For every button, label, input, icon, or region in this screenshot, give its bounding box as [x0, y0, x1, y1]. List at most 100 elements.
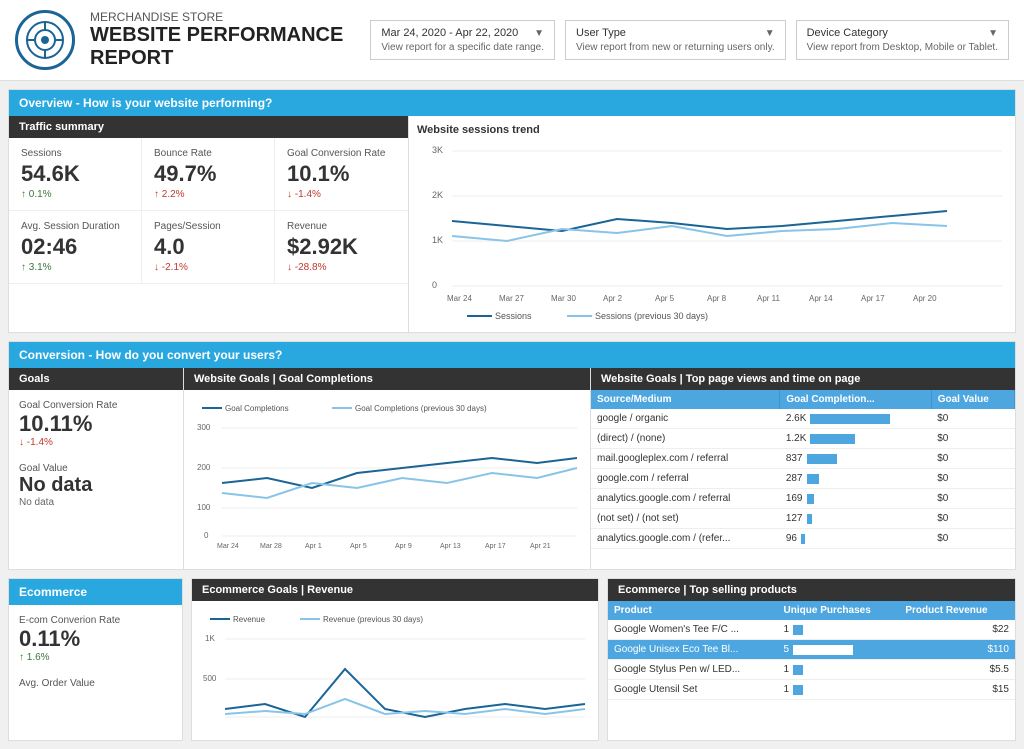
- date-range-label: Mar 24, 2020 - Apr 22, 2020: [381, 27, 518, 39]
- table-row: google.com / referral 287 $0: [591, 469, 1015, 489]
- ecom-products-panel: Ecommerce | Top selling products Product…: [607, 578, 1016, 741]
- goal-conversion-value: 10.11%: [19, 411, 173, 437]
- purchases-cell: 1: [778, 620, 900, 640]
- avg-order-label: Avg. Order Value: [19, 678, 172, 689]
- table-row: google / organic 2.6K $0: [591, 409, 1015, 429]
- svg-text:Apr 11: Apr 11: [757, 294, 781, 303]
- list-item: Google Utensil Set 1 $15: [608, 680, 1015, 700]
- ecom-metrics: E-com Converion Rate 0.11% ↑ 1.6% Avg. O…: [9, 605, 182, 714]
- conversion-section: Conversion - How do you convert your use…: [8, 341, 1016, 570]
- date-range-filter[interactable]: Mar 24, 2020 - Apr 22, 2020 ▼ View repor…: [370, 20, 555, 60]
- traffic-cell: Sessions 54.6K ↑ 0.1%: [9, 138, 142, 211]
- metric-label: Avg. Session Duration: [21, 221, 129, 232]
- goal-value-cell: $0: [931, 429, 1014, 449]
- source-medium: mail.googleplex.com / referral: [591, 449, 780, 469]
- source-medium: analytics.google.com / referral: [591, 489, 780, 509]
- product-revenue: $22: [899, 620, 1015, 640]
- metric-change: ↑ 0.1%: [21, 189, 129, 200]
- traffic-cell: Avg. Session Duration 02:46 ↑ 3.1%: [9, 211, 142, 284]
- goals-col-source: Source/Medium: [591, 390, 780, 409]
- svg-text:Apr 5: Apr 5: [655, 294, 675, 303]
- svg-text:Apr 1: Apr 1: [305, 543, 322, 550]
- goals-metrics: Goal Conversion Rate 10.11% ↓ -1.4% Goal…: [9, 390, 183, 533]
- goals-table: Source/Medium Goal Completion... Goal Va…: [591, 390, 1015, 549]
- svg-text:Goal Completions: Goal Completions: [225, 404, 289, 413]
- svg-text:1K: 1K: [432, 235, 443, 245]
- goal-completions-chart: Goal Completions Goal Completions (previ…: [192, 398, 582, 558]
- svg-text:Apr 20: Apr 20: [913, 294, 937, 303]
- device-category-filter[interactable]: Device Category ▼ View report from Deskt…: [796, 20, 1009, 60]
- svg-text:Sessions (previous 30 days): Sessions (previous 30 days): [595, 311, 708, 321]
- svg-text:Mar 30: Mar 30: [551, 294, 576, 303]
- completions-value: 169: [786, 493, 803, 504]
- metric-value: $2.92K: [287, 234, 396, 260]
- overview-section: Overview - How is your website performin…: [8, 89, 1016, 333]
- avg-order-metric: Avg. Order Value: [19, 678, 172, 689]
- traffic-cell: Revenue $2.92K ↓ -28.8%: [275, 211, 408, 284]
- goal-value-sub: No data: [19, 497, 173, 508]
- date-range-sub: View report for a specific date range.: [381, 42, 544, 53]
- traffic-cell: Bounce Rate 49.7% ↑ 2.2%: [142, 138, 275, 211]
- purchases-bar: [793, 625, 803, 635]
- metric-change: ↓ -1.4%: [287, 189, 396, 200]
- goal-value-cell: $0: [931, 509, 1014, 529]
- svg-text:Apr 17: Apr 17: [861, 294, 885, 303]
- website-goals-panel: Website Goals | Top page views and time …: [591, 368, 1015, 569]
- purchases-value: 1: [784, 684, 790, 695]
- svg-text:100: 100: [197, 503, 211, 512]
- user-type-filter[interactable]: User Type ▼ View report from new or retu…: [565, 20, 786, 60]
- metric-value: 49.7%: [154, 161, 262, 187]
- svg-text:Apr 2: Apr 2: [603, 294, 623, 303]
- svg-text:Mar 27: Mar 27: [499, 294, 524, 303]
- completions-value: 96: [786, 533, 797, 544]
- goal-value-cell: $0: [931, 489, 1014, 509]
- purchases-bar: [793, 665, 803, 675]
- product-name: Google Stylus Pen w/ LED...: [608, 660, 778, 680]
- source-medium: analytics.google.com / (refer...: [591, 529, 780, 549]
- goal-completions-cell: 96: [780, 529, 931, 549]
- page-header: MERCHANDISE STORE WEBSITE PERFORMANCE RE…: [0, 0, 1024, 81]
- completions-bar: [807, 474, 819, 484]
- store-name: MERCHANDISE STORE: [90, 10, 370, 24]
- metric-label: Pages/Session: [154, 221, 262, 232]
- svg-text:2K: 2K: [432, 190, 443, 200]
- product-revenue: $15: [899, 680, 1015, 700]
- goal-conversion-change: ↓ -1.4%: [19, 437, 173, 448]
- product-col-revenue: Product Revenue: [899, 601, 1015, 620]
- goal-value-label: Goal Value: [19, 463, 173, 474]
- goal-completions-cell: 2.6K: [780, 409, 931, 429]
- metric-change: ↑ 2.2%: [154, 189, 262, 200]
- svg-text:3K: 3K: [432, 145, 443, 155]
- logo: [15, 10, 75, 70]
- conversion-content: Goals Goal Conversion Rate 10.11% ↓ -1.4…: [9, 368, 1015, 569]
- ecom-rate-metric: E-com Converion Rate 0.11% ↑ 1.6%: [19, 615, 172, 663]
- purchases-value: 1: [784, 664, 790, 675]
- completions-value: 2.6K: [786, 413, 807, 424]
- traffic-summary-header: Traffic summary: [9, 116, 408, 138]
- traffic-summary: Traffic summary Sessions 54.6K ↑ 0.1% Bo…: [9, 116, 409, 332]
- completions-bar: [810, 434, 855, 444]
- completions-bar: [801, 534, 805, 544]
- purchases-bar: [793, 685, 803, 695]
- svg-text:Apr 13: Apr 13: [440, 543, 461, 550]
- user-type-arrow: ▼: [765, 28, 775, 39]
- metric-value: 54.6K: [21, 161, 129, 187]
- top-products-header: Ecommerce | Top selling products: [608, 579, 1015, 601]
- website-goals-header: Website Goals | Top page views and time …: [591, 368, 1015, 390]
- svg-text:Mar 24: Mar 24: [447, 294, 472, 303]
- goals-col-completions: Goal Completion...: [780, 390, 931, 409]
- svg-text:Apr 9: Apr 9: [395, 543, 412, 550]
- metric-value: 4.0: [154, 234, 262, 260]
- device-category-label: Device Category: [807, 27, 888, 39]
- ecom-rate-change: ↑ 1.6%: [19, 652, 172, 663]
- ecom-rate-label: E-com Converion Rate: [19, 615, 172, 626]
- table-row: (direct) / (none) 1.2K $0: [591, 429, 1015, 449]
- completions-value: 1.2K: [786, 433, 807, 444]
- goal-completions-cell: 1.2K: [780, 429, 931, 449]
- user-type-label: User Type: [576, 27, 626, 39]
- source-medium: google / organic: [591, 409, 780, 429]
- goals-col-value: Goal Value: [931, 390, 1014, 409]
- purchases-cell: 1: [778, 680, 900, 700]
- goal-value-cell: $0: [931, 449, 1014, 469]
- traffic-grid: Sessions 54.6K ↑ 0.1% Bounce Rate 49.7% …: [9, 138, 408, 284]
